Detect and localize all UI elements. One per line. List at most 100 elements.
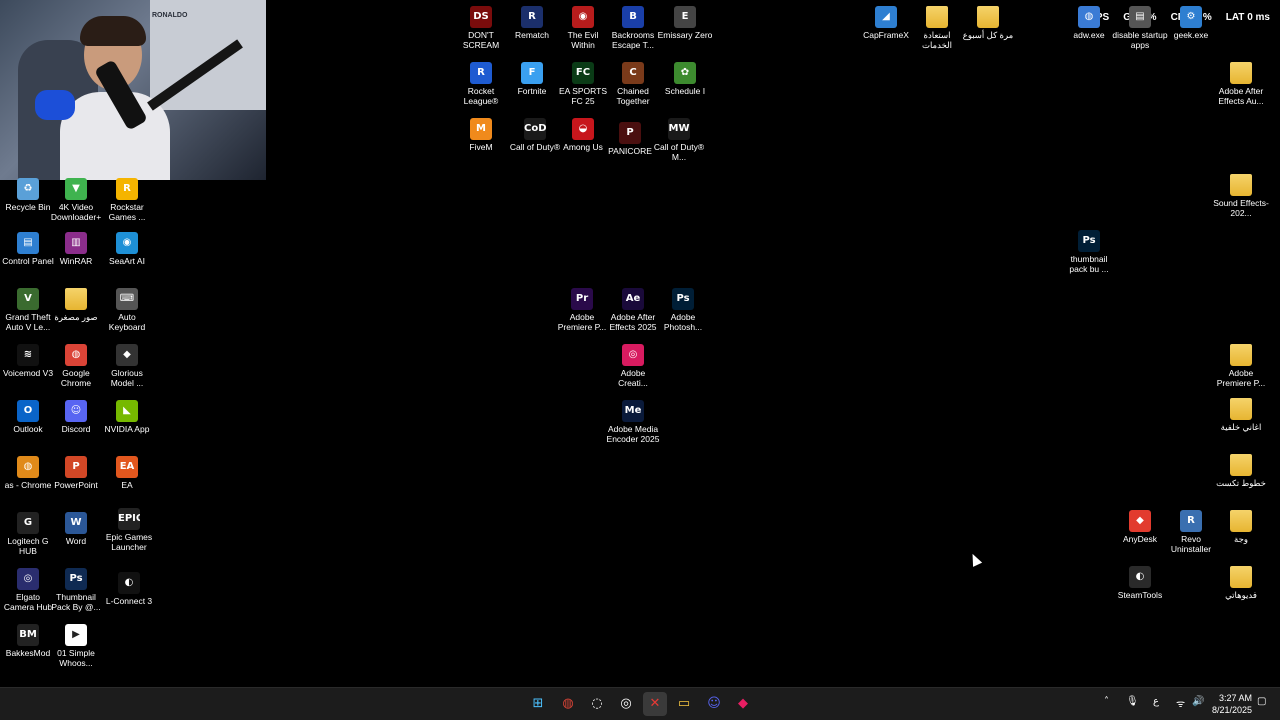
anydesk-icon: ◆ <box>1129 510 1151 532</box>
desktop-icon-label: مرة كل أسبوع <box>962 30 1014 40</box>
desktop-icon-label: L-Connect 3 <box>105 596 153 606</box>
desktop-icon-rematch[interactable]: R Rematch <box>504 6 560 40</box>
desktop-icon-geek[interactable]: ⚙ geek.exe <box>1163 6 1219 40</box>
desktop-icon-chained[interactable]: C Chained Together <box>605 62 661 106</box>
start-button[interactable]: ⊞ <box>526 692 550 716</box>
desktop-icon-cod-mw[interactable]: MW Call of Duty® M... <box>651 118 707 162</box>
desktop-icon-fivem[interactable]: M FiveM <box>453 118 509 152</box>
desktop-icon-label: Rematch <box>514 30 549 40</box>
desktop-icon-label: Adobe Photosh... <box>663 312 703 332</box>
language-indicator[interactable]: ع <box>1153 696 1159 707</box>
latency-readout: LAT 0 ms <box>1225 12 1270 23</box>
desktop-icon-folder-songs[interactable]: اغاني خلفية <box>1213 398 1269 432</box>
desktop-icon-steamtools[interactable]: ◐ SteamTools <box>1112 566 1168 600</box>
desktop-icon-label: فديوهاتي <box>1225 590 1257 600</box>
desktop-icon-schedule[interactable]: ✿ Schedule I <box>657 62 713 96</box>
desktop-icon-fortnite[interactable]: F Fortnite <box>504 62 560 96</box>
desktop-icon-dont-scream[interactable]: DS DON'T SCREAM <box>453 6 509 50</box>
desktop-icon-powerpoint[interactable]: P PowerPoint <box>48 456 104 490</box>
voicemod-icon: ≋ <box>17 344 39 366</box>
discord-taskbar-icon[interactable]: ☺ <box>702 692 726 716</box>
desktop-icon-creative-cloud[interactable]: ◎ Adobe Creati... <box>605 344 661 388</box>
desktop-icon-thumbnail-psd[interactable]: Ps thumbnail pack bu ... <box>1061 230 1117 274</box>
folder-icon <box>1230 510 1252 532</box>
chrome-taskbar-icon[interactable]: ◍ <box>556 692 580 716</box>
desktop-icon-label: SeaArt AI <box>109 256 145 266</box>
desktop-icon-auto-keyboard[interactable]: ⌨ Auto Keyboard <box>99 288 155 332</box>
desktop-icon-label: geek.exe <box>1173 30 1209 40</box>
desktop-icon-photoshop[interactable]: Ps Adobe Photosh... <box>655 288 711 332</box>
clock[interactable]: 3:27 AM 8/21/2025 <box>1212 692 1252 716</box>
desktop-icon-seaart[interactable]: ◉ SeaArt AI <box>99 232 155 266</box>
app-taskbar-icon-6[interactable]: ◆ <box>731 692 755 716</box>
desktop-icon-folder-services[interactable]: استعادة الخدمات <box>909 6 965 50</box>
app-taskbar-icon-4[interactable]: ✕ <box>643 692 667 716</box>
disable-startup-icon: ▤ <box>1129 6 1151 28</box>
desktop-icon-folder-premiere[interactable]: Adobe Premiere P... <box>1213 344 1269 388</box>
desktop-icon-fc25[interactable]: FC EA SPORTS FC 25 <box>555 62 611 106</box>
desktop-icon-4k-video[interactable]: ▼ 4K Video Downloader+ <box>48 178 104 222</box>
desktop-icon-nvidia[interactable]: ◣ NVIDIA App <box>99 400 155 434</box>
desktop-icon-chrome[interactable]: ◍ Google Chrome <box>48 344 104 388</box>
recycle-bin-icon: ♻ <box>17 178 39 200</box>
desktop-icon-discord[interactable]: ☺ Discord <box>48 400 104 434</box>
4k-video-icon: ▼ <box>65 178 87 200</box>
desktop-icon-label: Backrooms Escape T... <box>611 30 655 50</box>
desktop-icon-revo[interactable]: R Revo Uninstaller <box>1163 510 1219 554</box>
desktop-icon-label: صور مصغرة <box>54 312 98 322</box>
desktop-icon-media-encoder[interactable]: Me Adobe Media Encoder 2025 <box>605 400 661 444</box>
desktop-icon-label: Adobe Premiere P... <box>557 312 607 332</box>
desktop-icon-l-connect[interactable]: ◐ L-Connect 3 <box>101 572 157 606</box>
folder-icon <box>1230 454 1252 476</box>
desktop-icon-label: 4K Video Downloader+ <box>50 202 102 222</box>
premiere-icon: Pr <box>571 288 593 310</box>
desktop-icon-label: Rockstar Games ... <box>108 202 146 222</box>
desktop-icon-evil-within[interactable]: ◉ The Evil Within <box>555 6 611 50</box>
clock-time: 3:27 AM <box>1218 693 1252 703</box>
folder-icon <box>977 6 999 28</box>
desktop-icon-backrooms[interactable]: B Backrooms Escape T... <box>605 6 661 50</box>
desktop-icon-thumbnail-pack[interactable]: Ps Thumbnail Pack By @... <box>48 568 104 612</box>
desktop-icon-rocket-league[interactable]: R Rocket League® <box>453 62 509 106</box>
desktop-icon-label: Thumbnail Pack By @... <box>51 592 101 612</box>
desktop-icon-capframex[interactable]: ◢ CapFrameX <box>858 6 914 40</box>
desktop-icon-glorious[interactable]: ◆ Glorious Model ... <box>99 344 155 388</box>
desktop-icon-simple-whoosh[interactable]: ▶ 01 Simple Whoos... <box>48 624 104 668</box>
desktop-icon-rockstar[interactable]: R Rockstar Games ... <box>99 178 155 222</box>
desktop-icon-disable-startup[interactable]: ▤ disable startup apps <box>1112 6 1168 50</box>
notification-icon[interactable]: ▢ <box>1257 696 1266 707</box>
discord-icon: ☺ <box>65 400 87 422</box>
desktop-icon-after-effects[interactable]: Ae Adobe After Effects 2025 <box>605 288 661 332</box>
app-taskbar-icon-2[interactable]: ◌ <box>585 692 609 716</box>
tray-chevron-icon[interactable]: ˄ <box>1104 696 1109 707</box>
volume-icon[interactable]: 🔊 <box>1192 696 1204 707</box>
desktop-icon-emissary[interactable]: E Emissary Zero <box>657 6 713 40</box>
simple-whoosh-icon: ▶ <box>65 624 87 646</box>
folder-icon <box>65 288 87 310</box>
desktop-icon-label: The Evil Within <box>567 30 599 50</box>
desktop-icon-photos-ar[interactable]: صور مصغرة <box>48 288 104 322</box>
file-explorer-icon[interactable]: ▭ <box>672 692 696 716</box>
winrar-icon: ▥ <box>65 232 87 254</box>
microphone-icon[interactable]: 🎙 <box>1126 696 1139 707</box>
desktop-icon-folder-fonts[interactable]: خطوط تكست <box>1213 454 1269 488</box>
desktop-icon-folder-sfx[interactable]: Sound Effects-202... <box>1213 174 1269 218</box>
taskbar: ⊞ ◍ ◌ ◎ ✕ ▭ ☺ ◆ ˄ 🎙 ع ᯤ 🔊 3:27 AM 8/21/2… <box>0 687 1280 720</box>
desktop-icon-winrar[interactable]: ▥ WinRAR <box>48 232 104 266</box>
desktop-icon-word[interactable]: W Word <box>48 512 104 546</box>
desktop-icon-folder-face[interactable]: وجة <box>1213 510 1269 544</box>
desktop-icon-ea[interactable]: EA EA <box>99 456 155 490</box>
wifi-icon[interactable]: ᯤ <box>1176 696 1185 710</box>
desktop-icon-anydesk[interactable]: ◆ AnyDesk <box>1112 510 1168 544</box>
desktop-icon-premiere[interactable]: Pr Adobe Premiere P... <box>554 288 610 332</box>
chained-icon: C <box>622 62 644 84</box>
desktop-icon-adw[interactable]: ◍ adw.exe <box>1061 6 1117 40</box>
desktop-icon-folder-ae[interactable]: Adobe After Effects Au... <box>1213 62 1269 106</box>
desktop-icon-folder-videos[interactable]: فديوهاتي <box>1213 566 1269 600</box>
capframex-icon: ◢ <box>875 6 897 28</box>
desktop-icon-folder-weekly[interactable]: مرة كل أسبوع <box>960 6 1016 40</box>
desktop-icon-panicore[interactable]: P PANICORE <box>602 122 658 156</box>
app-taskbar-icon-3[interactable]: ◎ <box>614 692 638 716</box>
nvidia-icon: ◣ <box>116 400 138 422</box>
desktop-icon-epic[interactable]: EPIC Epic Games Launcher <box>101 508 157 552</box>
